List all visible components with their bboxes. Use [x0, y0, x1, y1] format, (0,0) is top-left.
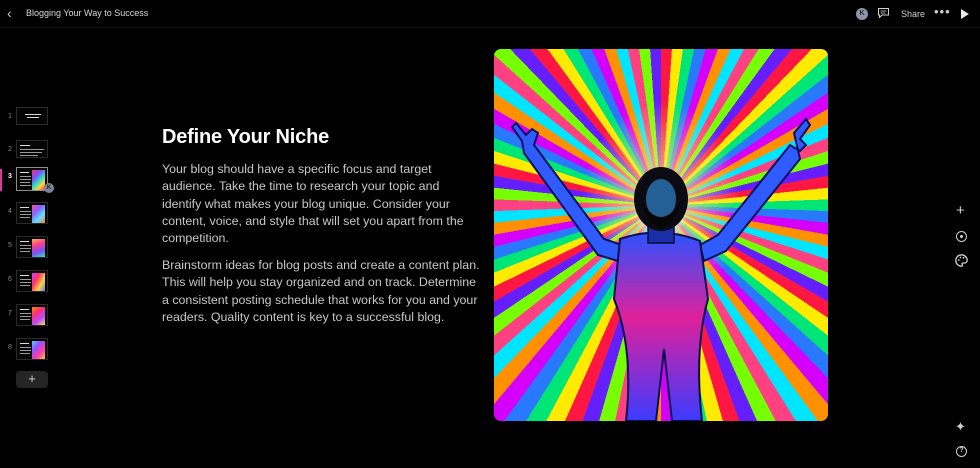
- slide-heading[interactable]: Define Your Niche: [162, 126, 329, 149]
- slide-number: 1: [8, 113, 12, 120]
- slide-preview: [16, 140, 48, 158]
- slide-thumbnail-4[interactable]: 4: [0, 200, 60, 230]
- record-icon[interactable]: [956, 231, 967, 242]
- help-icon[interactable]: ?: [956, 446, 967, 457]
- slide-number: 2: [8, 146, 12, 153]
- user-avatar[interactable]: K: [856, 8, 868, 20]
- slide-preview: [16, 270, 48, 292]
- slide-thumbnail-8[interactable]: 8: [0, 336, 60, 366]
- figure-illustration: [510, 117, 812, 421]
- slide-number: 3: [8, 173, 12, 180]
- slide-preview: [16, 236, 48, 258]
- more-options-icon[interactable]: •••: [934, 4, 951, 19]
- ai-sparkle-icon[interactable]: ✦: [955, 420, 966, 433]
- slide-number: 8: [8, 344, 12, 351]
- add-slide-button[interactable]: +: [16, 371, 48, 388]
- add-element-icon[interactable]: +: [956, 203, 965, 218]
- top-bar: ‹ Blogging Your Way to Success K Share •…: [0, 0, 980, 28]
- active-slide-indicator: [0, 169, 2, 191]
- slide-paragraph-1[interactable]: Your blog should have a specific focus a…: [162, 161, 480, 247]
- slide-preview: [16, 304, 48, 326]
- share-button[interactable]: Share: [901, 9, 925, 19]
- slide-thumbnail-6[interactable]: 6: [0, 268, 60, 298]
- comment-icon[interactable]: [878, 8, 889, 18]
- slide-thumbnail-2[interactable]: 2: [0, 138, 60, 168]
- slide-thumbnail-panel: 1 2 3 4 5 6 7 8: [0, 105, 60, 395]
- slide-number: 5: [8, 242, 12, 249]
- palette-icon[interactable]: [955, 254, 968, 267]
- slide-preview: [16, 338, 48, 360]
- slide-number: 4: [8, 208, 12, 215]
- document-title[interactable]: Blogging Your Way to Success: [26, 8, 148, 18]
- slide-preview: [16, 202, 48, 224]
- back-chevron-icon[interactable]: ‹: [7, 6, 19, 20]
- slide-thumbnail-5[interactable]: 5: [0, 234, 60, 264]
- slide-paragraph-2[interactable]: Brainstorm ideas for blog posts and crea…: [162, 257, 480, 326]
- slide-image[interactable]: [494, 49, 828, 421]
- slide-thumbnail-7[interactable]: 7: [0, 302, 60, 332]
- present-play-icon[interactable]: [961, 9, 969, 19]
- slide-thumbnail-1[interactable]: 1: [0, 105, 60, 135]
- collaborator-badge: K: [44, 183, 54, 193]
- slide-number: 6: [8, 276, 12, 283]
- slide-preview: [16, 107, 48, 125]
- slide-number: 7: [8, 310, 12, 317]
